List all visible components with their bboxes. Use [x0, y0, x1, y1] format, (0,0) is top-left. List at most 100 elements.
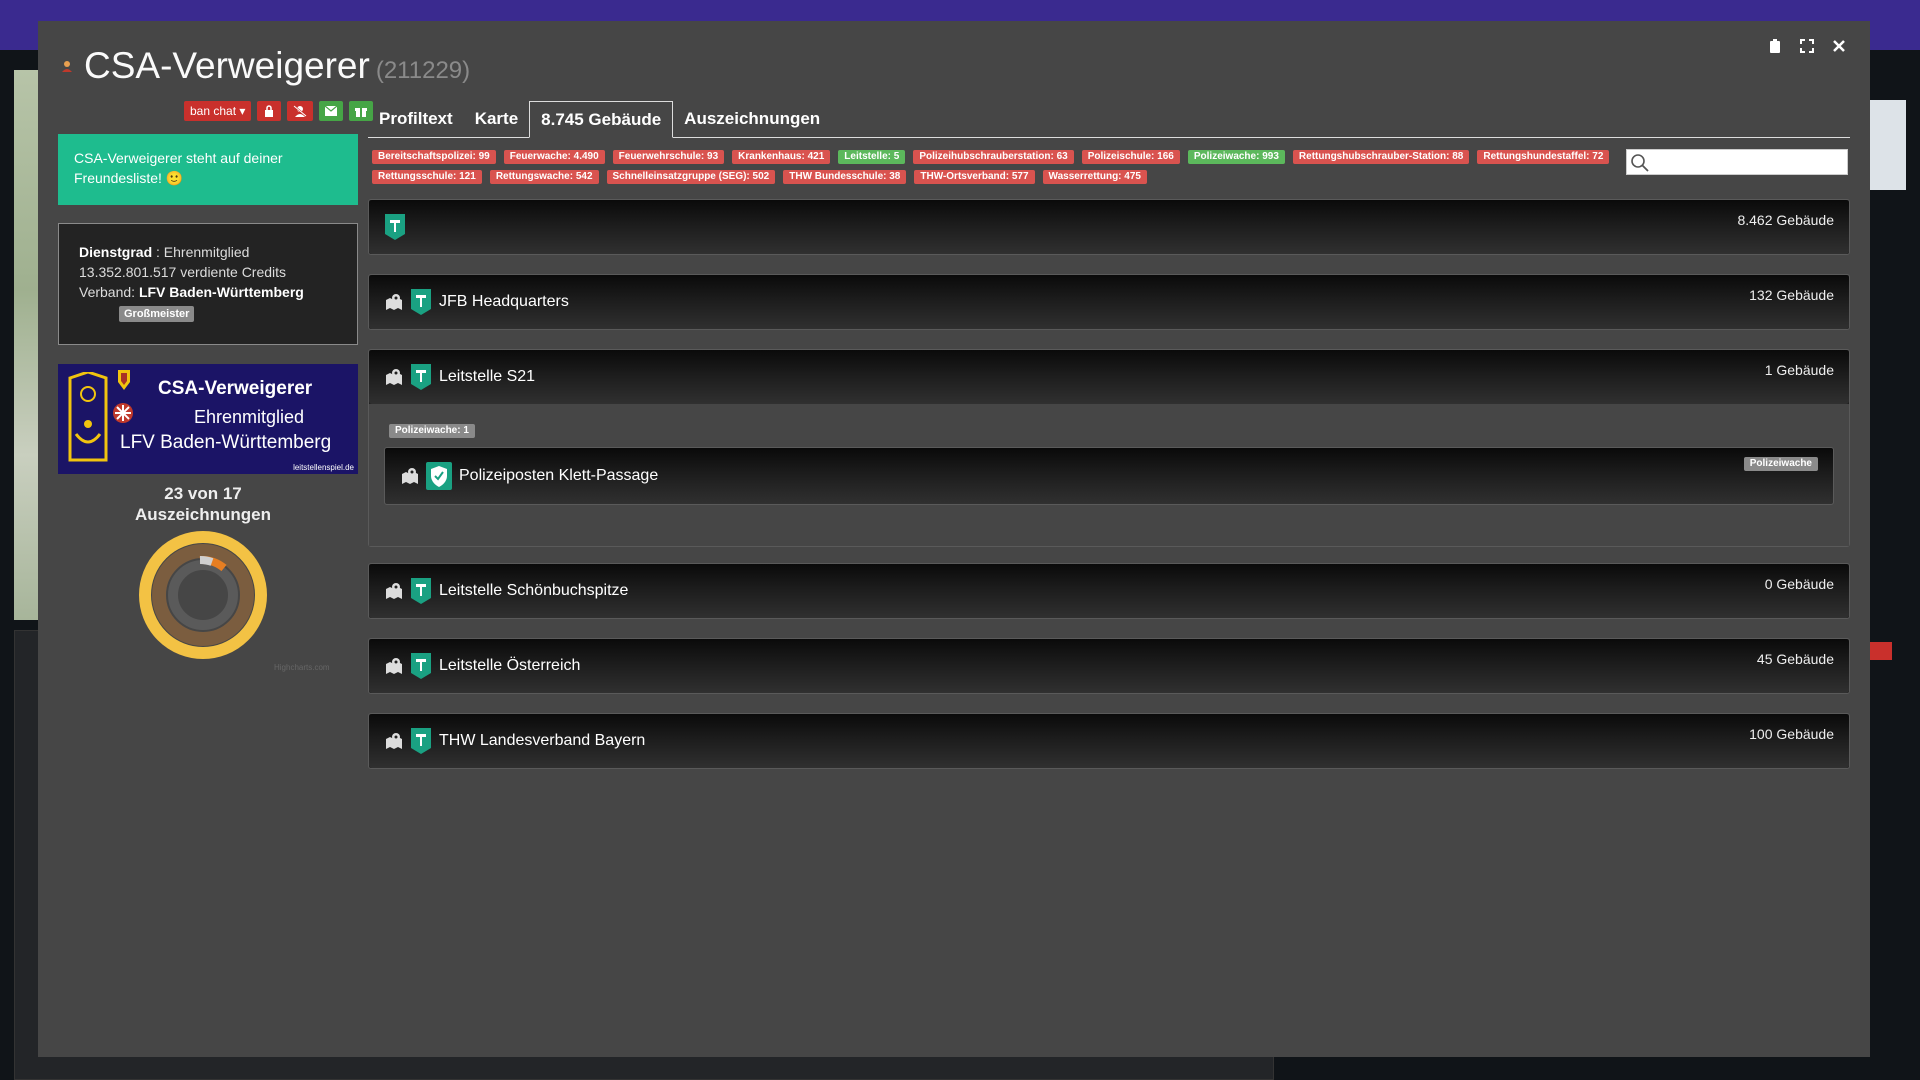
banner-name: CSA-Verweigerer	[158, 378, 313, 399]
clipboard-icon[interactable]	[1766, 37, 1784, 55]
police-station-icon	[426, 462, 452, 490]
building-count-label: Krankenhaus: 421	[732, 150, 831, 164]
rank-insignia-icon	[68, 372, 108, 462]
profile-info: Dienstgrad : Ehrenmitglied 13.352.801.51…	[58, 223, 358, 345]
banner-url: leitstellenspiel.de	[293, 463, 354, 472]
building-count-label: THW Bundesschule: 38	[783, 170, 907, 184]
leitstelle-panel[interactable]: 8.462 Gebäude	[368, 199, 1850, 255]
building-count-label: THW-Ortsverband: 577	[914, 170, 1035, 184]
rank-label: Dienstgrad	[79, 244, 153, 260]
leitstelle-panel[interactable]: Leitstelle Österreich 45 Gebäude	[368, 638, 1850, 694]
leitstelle-name[interactable]: Leitstelle Österreich	[439, 657, 580, 675]
leitstelle-header[interactable]: THW Landesverband Bayern 100 Gebäude	[369, 714, 1849, 768]
leitstelle-header[interactable]: 8.462 Gebäude	[369, 200, 1849, 254]
building-row[interactable]: Polizeiposten Klett-Passage Polizeiwache	[384, 447, 1834, 505]
credits-text: 13.352.801.517 verdiente Credits	[79, 264, 287, 280]
map-marker-icon[interactable]	[401, 467, 419, 485]
building-count-label: Feuerwache: 4.490	[503, 150, 605, 164]
cross-emblem-icon	[113, 403, 133, 423]
rank-badge: Großmeister	[119, 306, 195, 322]
building-count: 100 Gebäude	[1749, 726, 1834, 742]
building-count-label: Polizeischule: 166	[1081, 150, 1180, 164]
tab-auszeichnungen[interactable]: Auszeichnungen	[673, 101, 831, 138]
leitstelle-icon	[411, 728, 431, 754]
building-count-label: Polizeihubschrauberstation: 63	[913, 150, 1074, 164]
building-count-label: Rettungsschule: 121	[372, 170, 482, 184]
chart-credit: Highcharts.com	[274, 663, 330, 672]
leitstelle-name[interactable]: THW Landesverband Bayern	[439, 732, 645, 750]
message-button[interactable]	[319, 101, 344, 121]
leitstelle-icon	[411, 578, 431, 604]
banner-verband: LFV Baden-Württemberg	[120, 432, 332, 453]
profile-actions: ban chat ▾	[184, 101, 374, 121]
profile-id: (211229)	[375, 57, 471, 84]
building-search-input[interactable]	[1651, 150, 1846, 174]
building-count-label: Schnelleinsatzgruppe (SEG): 502	[606, 170, 776, 184]
building-count-label: Rettungshundestaffel: 72	[1477, 150, 1610, 164]
leitstelle-name[interactable]: Leitstelle Schönbuchspitze	[439, 582, 628, 600]
building-name[interactable]: Polizeiposten Klett-Passage	[459, 467, 658, 485]
background-button	[1868, 642, 1892, 660]
mute-button[interactable]	[287, 101, 314, 121]
awards-count: 23 von 17	[164, 484, 242, 503]
modal-controls	[1766, 37, 1848, 55]
profile-tabs: Profiltext Karte 8.745 Gebäude Auszeichn…	[368, 101, 1850, 138]
building-count-label: Rettungswache: 542	[489, 170, 599, 184]
banner-rank: Ehrenmitglied	[194, 407, 305, 427]
map-marker-icon[interactable]	[385, 293, 403, 311]
building-count-label: Rettungshubschrauber-Station: 88	[1292, 150, 1470, 164]
gift-icon	[355, 108, 368, 117]
mute-user-icon	[293, 105, 308, 117]
user-icon	[62, 61, 72, 72]
building-count-label: Wasserrettung: 475	[1042, 170, 1147, 184]
map-marker-icon[interactable]	[385, 657, 403, 675]
search-icon	[1631, 154, 1649, 172]
building-count-label: Polizeiwache: 993	[1187, 150, 1285, 164]
leitstelle-panel[interactable]: JFB Headquarters 132 Gebäude	[368, 274, 1850, 330]
leitstelle-icon	[411, 289, 431, 315]
building-count-label: Feuerwehrschule: 93	[612, 150, 725, 164]
building-search-box	[1626, 149, 1848, 175]
friend-notice: CSA-Verweigerer steht auf deiner Freunde…	[58, 134, 358, 205]
leitstelle-header[interactable]: Leitstelle Schönbuchspitze 0 Gebäude	[369, 564, 1849, 618]
awards-label: Auszeichnungen	[134, 505, 271, 524]
leitstelle-icon	[411, 364, 431, 390]
building-count-label: Leitstelle: 5	[838, 150, 906, 164]
fullscreen-icon[interactable]	[1798, 37, 1816, 55]
building-count: 132 Gebäude	[1749, 287, 1834, 303]
leitstelle-header[interactable]: Leitstelle S21 1 Gebäude	[369, 350, 1849, 404]
modal-header: CSA-Verweigerer (211229)	[38, 21, 1870, 101]
profile-modal: CSA-Verweigerer (211229) ban chat ▾ CSA-…	[38, 21, 1870, 1057]
building-count: 45 Gebäude	[1756, 651, 1834, 667]
leitstelle-body: Polizeiwache: 1 Polizeiposten Klett-Pass…	[369, 404, 1849, 546]
leitstelle-panel[interactable]: Leitstelle Schönbuchspitze 0 Gebäude	[368, 563, 1850, 619]
leitstelle-panel[interactable]: THW Landesverband Bayern 100 Gebäude	[368, 713, 1850, 769]
building-type-summary: Polizeiwache: 1	[389, 424, 475, 438]
building-count: 1 Gebäude	[1764, 362, 1834, 378]
verband-link[interactable]: LFV Baden-Württemberg	[139, 284, 304, 300]
awards-donut-chart	[139, 531, 267, 659]
verband-label: Verband:	[79, 284, 139, 300]
profile-name: CSA-Verweigerer	[84, 45, 370, 86]
leitstelle-name[interactable]: JFB Headquarters	[439, 293, 569, 311]
map-marker-icon[interactable]	[385, 732, 403, 750]
map-marker-icon[interactable]	[385, 582, 403, 600]
page-title: CSA-Verweigerer (211229)	[84, 45, 470, 87]
building-count-labels: Bereitschaftspolizei: 99 Feuerwache: 4.4…	[372, 150, 1632, 184]
tab-karte[interactable]: Karte	[464, 101, 529, 138]
building-type-badge: Polizeiwache	[1743, 457, 1818, 471]
map-marker-icon[interactable]	[385, 368, 403, 386]
tab-profiltext[interactable]: Profiltext	[368, 101, 464, 138]
leitstelle-header[interactable]: Leitstelle Österreich 45 Gebäude	[369, 639, 1849, 693]
leitstelle-panel-expanded[interactable]: Leitstelle S21 1 Gebäude Polizeiwache: 1…	[368, 349, 1850, 547]
leitstelle-icon	[411, 653, 431, 679]
ban-chat-button[interactable]: ban chat ▾	[184, 101, 252, 121]
lock-button[interactable]	[257, 101, 282, 121]
close-icon[interactable]	[1830, 37, 1848, 55]
leitstelle-header[interactable]: JFB Headquarters 132 Gebäude	[369, 275, 1849, 329]
tab-gebaeude[interactable]: 8.745 Gebäude	[529, 101, 674, 138]
lock-icon	[265, 105, 274, 117]
leitstelle-name[interactable]: Leitstelle S21	[439, 368, 535, 386]
leitstelle-icon	[385, 214, 405, 240]
building-count: 0 Gebäude	[1764, 576, 1834, 592]
